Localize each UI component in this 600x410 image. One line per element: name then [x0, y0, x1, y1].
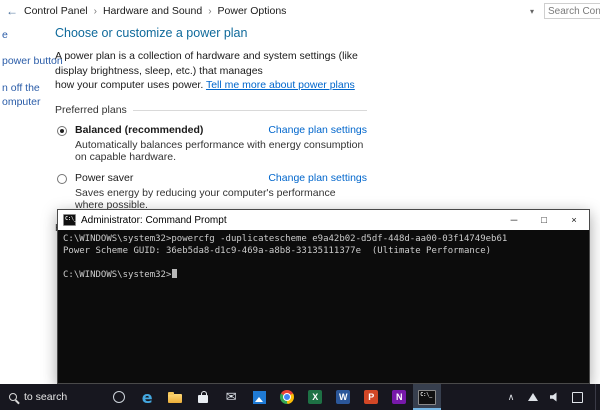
cortana-icon [110, 388, 128, 406]
search-text: to search [24, 391, 68, 403]
powerpoint-icon [362, 388, 380, 406]
window-controls: ─ □ × [499, 210, 589, 230]
taskbar-search[interactable]: to search [0, 384, 77, 410]
preferred-plans-header: Preferred plans [55, 104, 367, 116]
taskbar-word-button[interactable] [329, 384, 357, 410]
taskbar-cortana-button[interactable] [105, 384, 133, 410]
change-plan-settings-link-balanced[interactable]: Change plan settings [268, 124, 367, 136]
taskbar-excel-button[interactable] [301, 384, 329, 410]
sidebar-item-turn-off-display[interactable]: n off the [2, 82, 40, 94]
tell-me-more-link[interactable]: Tell me more about power plans [206, 79, 355, 91]
taskbar-store-button[interactable] [189, 384, 217, 410]
onenote-icon [390, 388, 408, 406]
sidebar-item-computer-sleeps[interactable]: omputer [2, 96, 41, 108]
breadcrumb-power-options[interactable]: Power Options [218, 5, 287, 17]
console-line: C:\WINDOWS\system32>powercfg -duplicates… [63, 234, 508, 244]
taskbar-mail-button[interactable] [217, 384, 245, 410]
chevron-up-icon[interactable] [505, 391, 517, 403]
text-cursor [172, 268, 178, 278]
action-center-icon[interactable] [571, 391, 583, 403]
excel-icon [306, 388, 324, 406]
chrome-icon [278, 388, 296, 406]
search-input[interactable] [544, 3, 600, 19]
store-icon [194, 388, 212, 406]
taskbar-cmd-button[interactable] [413, 384, 442, 410]
plan-balanced: Balanced (recommended) Change plan setti… [55, 118, 367, 166]
search-icon [9, 393, 17, 401]
sidebar-item-power-button[interactable]: power button [2, 55, 63, 67]
minimize-button[interactable]: ─ [499, 210, 529, 230]
plan-description: Automatically balances performance with … [75, 139, 364, 164]
breadcrumb-control-panel[interactable]: Control Panel [24, 5, 88, 17]
cmd-icon [418, 388, 436, 406]
edge-icon [138, 388, 156, 406]
preferred-plans-label: Preferred plans [55, 104, 127, 117]
taskbar-apps [105, 384, 442, 410]
command-prompt-titlebar[interactable]: Administrator: Command Prompt ─ □ × [58, 210, 589, 230]
taskbar-edge-button[interactable] [133, 384, 161, 410]
radio-power-saver[interactable] [57, 174, 67, 185]
taskbar-onenote-button[interactable] [385, 384, 413, 410]
show-desktop-button[interactable] [595, 384, 600, 410]
console-line: Power Scheme GUID: 36eb5da8-d1c9-469a-a8… [63, 245, 492, 256]
taskbar-photos-button[interactable] [245, 384, 273, 410]
taskbar-powerpoint-button[interactable] [357, 384, 385, 410]
maximize-button[interactable]: □ [529, 210, 559, 230]
window-title: Administrator: Command Prompt [81, 214, 227, 226]
chevron-down-icon[interactable]: ▾ [526, 7, 538, 16]
cmd-icon [63, 214, 76, 226]
console-output[interactable]: C:\WINDOWS\system32>powercfg -duplicates… [58, 230, 589, 383]
console-prompt: C:\WINDOWS\system32> [63, 268, 584, 282]
network-icon[interactable] [527, 391, 539, 403]
sidebar-item-fragment[interactable]: e [2, 29, 8, 41]
page-title: Choose or customize a power plan [55, 26, 248, 40]
breadcrumb-separator-icon: › [208, 5, 212, 17]
plan-power-saver: Power saver Change plan settings Saves e… [55, 166, 367, 214]
back-icon[interactable]: ← [6, 4, 18, 18]
taskbar-chrome-button[interactable] [273, 384, 301, 410]
breadcrumb-separator-icon: › [93, 5, 97, 17]
plan-description: Saves energy by reducing your computer's… [75, 187, 336, 212]
intro-line-2: how your computer uses power. [55, 79, 206, 92]
close-button[interactable]: × [559, 210, 589, 230]
address-bar: ← Control Panel › Hardware and Sound › P… [0, 0, 600, 22]
volume-icon[interactable] [549, 391, 561, 403]
intro-line-1: A power plan is a collection of hardware… [55, 50, 358, 77]
command-prompt-window: Administrator: Command Prompt ─ □ × C:\W… [57, 209, 590, 384]
mail-icon [222, 388, 240, 406]
file-explorer-icon [166, 388, 184, 406]
taskbar-tray [505, 384, 595, 410]
photos-icon [250, 388, 268, 406]
radio-balanced[interactable] [57, 126, 67, 137]
taskbar: to search [0, 384, 600, 410]
desktop: { "topbar": { "back_icon": "←", "separat… [0, 0, 600, 410]
taskbar-file-explorer-button[interactable] [161, 384, 189, 410]
divider [132, 109, 367, 111]
word-icon [334, 388, 352, 406]
change-plan-settings-link-power-saver[interactable]: Change plan settings [268, 172, 367, 184]
breadcrumb-hardware-and-sound[interactable]: Hardware and Sound [103, 5, 202, 17]
intro-text: A power plan is a collection of hardware… [55, 49, 367, 93]
